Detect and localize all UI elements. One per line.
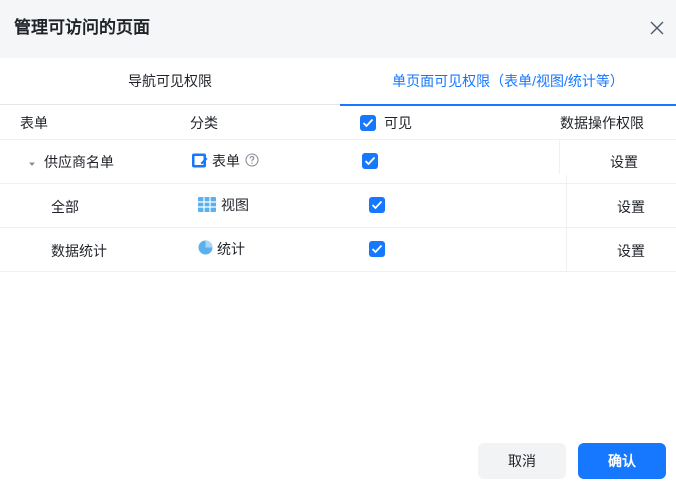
row-name: 全部 [51,199,79,215]
tab-page-permission[interactable]: 单页面可见权限（表单/视图/统计等） [340,58,676,106]
column-form: 表单 [20,115,48,131]
expand-caret-icon[interactable] [27,155,39,167]
settings-link[interactable]: 设置 [610,153,638,171]
column-category: 分类 [190,115,218,131]
visible-checkbox[interactable] [369,241,385,257]
table-row: 数据统计 统计 设置 [0,228,676,272]
cancel-button[interactable]: 取消 [478,443,566,479]
dialog-title: 管理可访问的页面 [14,18,150,37]
row-name: 数据统计 [51,243,107,259]
row-category: 视图 [221,197,249,213]
tab-navigation-permission[interactable]: 导航可见权限 [0,58,340,105]
confirm-button[interactable]: 确认 [578,443,666,479]
settings-link[interactable]: 设置 [617,242,645,260]
visible-checkbox[interactable] [362,153,378,169]
column-visible: 可见 [384,115,412,131]
column-divider [566,175,567,272]
pie-chart-icon [198,240,214,256]
dialog-header: 管理可访问的页面 [0,0,676,58]
table-header: 表单 分类 可见 数据操作权限 [0,106,676,140]
question-circle-icon[interactable] [245,153,259,167]
row-name: 供应商名单 [44,154,114,170]
table-row: 供应商名单 表单 设置 [0,140,676,184]
form-edit-icon [191,152,209,170]
row-category: 表单 [212,153,240,169]
visible-all-checkbox[interactable] [360,115,376,131]
table-row: 全部 视图 设置 [0,184,676,228]
visible-checkbox[interactable] [369,197,385,213]
column-divider [559,140,560,174]
close-icon[interactable] [646,17,668,39]
permission-tabs: 导航可见权限 单页面可见权限（表单/视图/统计等） [0,58,676,106]
table-view-icon [198,197,216,213]
column-data-permission: 数据操作权限 [560,115,644,131]
settings-link[interactable]: 设置 [617,198,645,216]
row-category: 统计 [217,241,245,257]
